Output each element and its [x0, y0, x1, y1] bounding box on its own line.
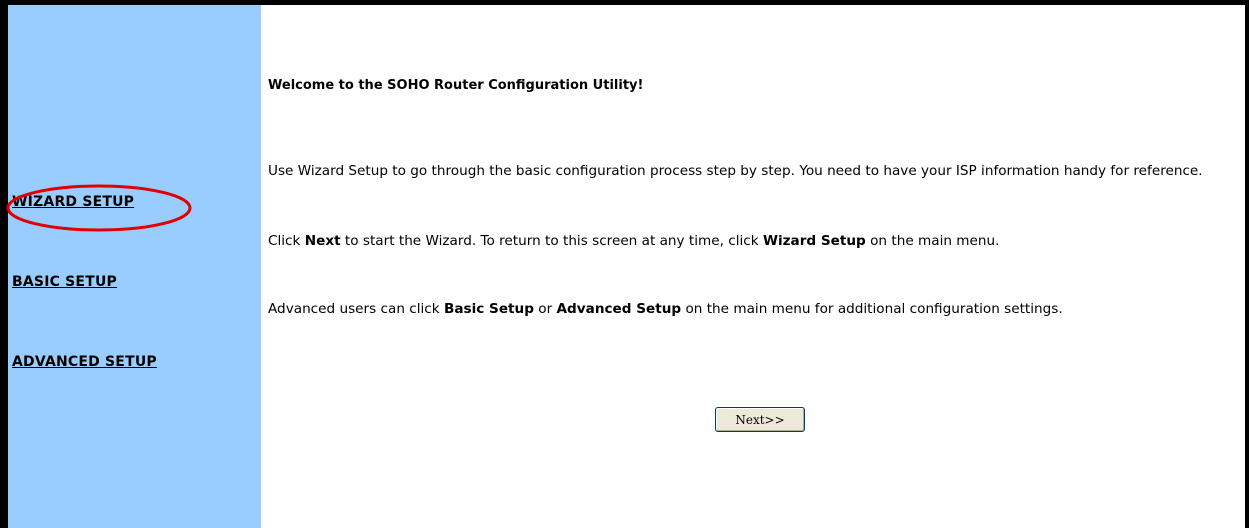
page-title: Welcome to the SOHO Router Configuration…	[268, 78, 644, 93]
wizard-next-instructions: Click Next to start the Wizard. To retur…	[268, 232, 1228, 250]
router-config-frame: WIZARD SETUP BASIC SETUP ADVANCED SETUP …	[0, 0, 1249, 528]
sidebar-item-wizard-setup[interactable]: WIZARD SETUP	[12, 194, 134, 210]
sidebar-menu: WIZARD SETUP BASIC SETUP ADVANCED SETUP	[6, 5, 261, 528]
bold-advanced-setup-text: Advanced Setup	[556, 301, 682, 317]
wizard-intro-text: Use Wizard Setup to go through the basic…	[268, 163, 1203, 179]
main-content: Welcome to the SOHO Router Configuration…	[261, 5, 1245, 528]
advanced-text: or	[533, 301, 557, 317]
sidebar-item-basic-setup[interactable]: BASIC SETUP	[12, 274, 117, 290]
bold-next-text: Next	[304, 233, 341, 249]
bold-wizard-setup-text: Wizard Setup	[762, 233, 866, 249]
advanced-text: on the main menu for additional configur…	[681, 301, 1063, 317]
advanced-users-paragraph: Advanced users can click Basic Setup or …	[268, 300, 1228, 318]
instructions-text: Click	[268, 233, 305, 249]
instructions-text: on the main menu.	[865, 233, 1000, 249]
bold-basic-setup-text: Basic Setup	[443, 301, 534, 317]
wizard-intro-paragraph: Use Wizard Setup to go through the basic…	[268, 162, 1228, 180]
sidebar-item-advanced-setup[interactable]: ADVANCED SETUP	[12, 354, 157, 370]
next-button[interactable]: Next>>	[715, 407, 805, 432]
instructions-text: to start the Wizard. To return to this s…	[340, 233, 763, 249]
advanced-text: Advanced users can click	[268, 301, 444, 317]
